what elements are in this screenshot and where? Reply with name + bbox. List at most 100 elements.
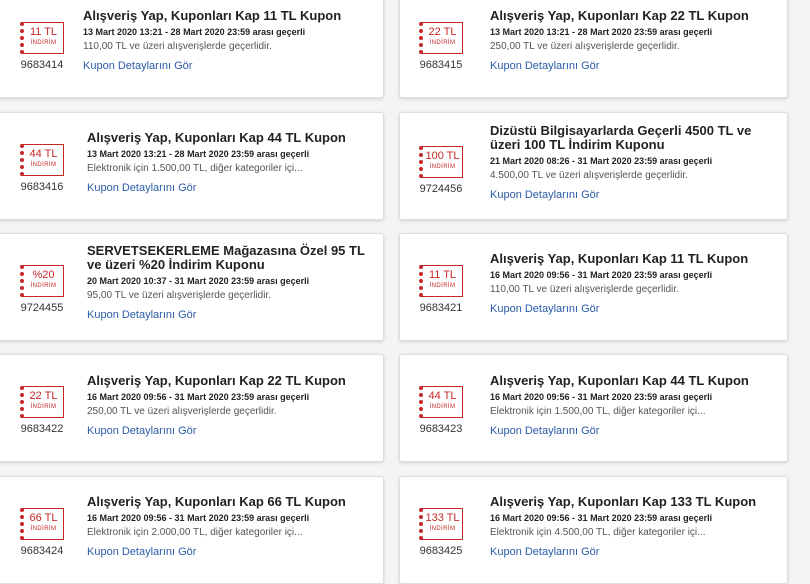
discount-amount: 44 TL — [428, 390, 457, 402]
discount-ticket-icon: 133 TL İNDİRİM — [419, 508, 463, 540]
discount-amount: 22 TL — [29, 390, 58, 402]
coupon-title: Alışveriş Yap, Kuponları Kap 66 TL Kupon — [87, 494, 346, 509]
discount-amount: 11 TL — [29, 26, 58, 38]
coupon-title: SERVETSEKERLEME Mağazasına Özel 95 TL ve… — [87, 243, 365, 272]
coupon-details-link[interactable]: Kupon Detaylarını Gör — [87, 182, 196, 195]
coupon-card: 11 TL İNDİRİM 9683414 Alışveriş Yap, Kup… — [0, 0, 384, 98]
discount-label: İNDİRİM — [429, 283, 456, 289]
coupon-code: 9683414 — [20, 59, 64, 71]
discount-amount: %20 — [32, 269, 55, 281]
coupon-badge: %20 İNDİRİM 9724455 — [5, 265, 79, 314]
coupon-title: Alışveriş Yap, Kuponları Kap 133 TL Kupo… — [490, 494, 757, 509]
coupon-card: 133 TL İNDİRİM 9683425 Alışveriş Yap, Ku… — [399, 476, 788, 584]
coupon-badge: 44 TL İNDİRİM 9683423 — [404, 386, 478, 435]
discount-ticket-icon: %20 İNDİRİM — [20, 265, 64, 297]
discount-label: İNDİRİM — [30, 283, 57, 289]
coupon-card: 66 TL İNDİRİM 9683424 Alışveriş Yap, Kup… — [0, 476, 384, 584]
coupon-details-link[interactable]: Kupon Detaylarını Gör — [490, 189, 599, 202]
discount-label: İNDİRİM — [30, 40, 57, 46]
discount-label: İNDİRİM — [429, 164, 456, 170]
discount-label: İNDİRİM — [30, 404, 57, 410]
coupon-validity: 16 Mart 2020 09:56 - 31 Mart 2020 23:59 … — [490, 392, 713, 402]
coupon-condition: 4.500,00 TL ve üzeri alışverişlerde geçe… — [490, 170, 688, 181]
discount-amount: 22 TL — [428, 26, 457, 38]
coupon-validity: 16 Mart 2020 09:56 - 31 Mart 2020 23:59 … — [490, 270, 713, 280]
coupon-condition: Elektronik için 4.500,00 TL, diğer kateg… — [490, 527, 706, 538]
coupon-details-link[interactable]: Kupon Detaylarını Gör — [490, 546, 599, 559]
coupon-code: 9683416 — [20, 181, 64, 193]
discount-label: İNDİRİM — [429, 40, 456, 46]
coupon-condition: Elektronik için 1.500,00 TL, diğer kateg… — [87, 163, 303, 174]
coupon-validity: 16 Mart 2020 09:56 - 31 Mart 2020 23:59 … — [87, 513, 310, 523]
coupon-title: Alışveriş Yap, Kuponları Kap 44 TL Kupon — [87, 130, 346, 145]
discount-label: İNDİRİM — [429, 526, 456, 532]
coupon-details-link[interactable]: Kupon Detaylarını Gör — [490, 60, 599, 73]
coupon-card: %20 İNDİRİM 9724455 SERVETSEKERLEME Mağa… — [0, 233, 384, 341]
discount-label: İNDİRİM — [30, 162, 57, 168]
coupon-code: 9683424 — [20, 545, 64, 557]
discount-amount: 100 TL — [425, 150, 460, 162]
discount-ticket-icon: 11 TL İNDİRİM — [419, 265, 463, 297]
coupon-card: 22 TL İNDİRİM 9683422 Alışveriş Yap, Kup… — [0, 354, 384, 462]
coupon-card: 44 TL İNDİRİM 9683423 Alışveriş Yap, Kup… — [399, 354, 788, 462]
coupon-validity: 13 Mart 2020 13:21 - 28 Mart 2020 23:59 … — [490, 27, 713, 37]
coupon-code: 9683421 — [419, 302, 463, 314]
coupon-badge: 66 TL İNDİRİM 9683424 — [5, 508, 79, 557]
coupon-card: 100 TL İNDİRİM 9724456 Dizüstü Bilgisaya… — [399, 112, 788, 220]
discount-label: İNDİRİM — [30, 526, 57, 532]
discount-ticket-icon: 22 TL İNDİRİM — [419, 22, 463, 54]
discount-amount: 66 TL — [29, 512, 58, 524]
coupon-code: 9724455 — [20, 302, 64, 314]
coupon-details-link[interactable]: Kupon Detaylarını Gör — [87, 309, 196, 322]
coupon-validity: 16 Mart 2020 09:56 - 31 Mart 2020 23:59 … — [87, 392, 310, 402]
coupon-card: 11 TL İNDİRİM 9683421 Alışveriş Yap, Kup… — [399, 233, 788, 341]
coupon-code: 9683425 — [419, 545, 463, 557]
coupon-title: Alışveriş Yap, Kuponları Kap 22 TL Kupon — [490, 8, 749, 23]
coupon-condition: 110,00 TL ve üzeri alışverişlerde geçerl… — [83, 41, 272, 52]
coupon-validity: 21 Mart 2020 08:26 - 31 Mart 2020 23:59 … — [490, 156, 713, 166]
coupon-code: 9724456 — [419, 183, 463, 195]
coupon-title: Alışveriş Yap, Kuponları Kap 11 TL Kupon — [490, 251, 749, 266]
coupon-card: 22 TL İNDİRİM 9683415 Alışveriş Yap, Kup… — [399, 0, 788, 98]
coupon-details-link[interactable]: Kupon Detaylarını Gör — [490, 425, 599, 438]
discount-ticket-icon: 100 TL İNDİRİM — [419, 146, 463, 178]
coupon-condition: Elektronik için 2.000,00 TL, diğer kateg… — [87, 527, 303, 538]
coupon-card: 44 TL İNDİRİM 9683416 Alışveriş Yap, Kup… — [0, 112, 384, 220]
discount-amount: 44 TL — [29, 148, 58, 160]
coupon-badge: 44 TL İNDİRİM 9683416 — [5, 144, 79, 193]
coupon-details-link[interactable]: Kupon Detaylarını Gör — [490, 303, 599, 316]
coupon-condition: 250,00 TL ve üzeri alışverişlerde geçerl… — [87, 406, 277, 417]
discount-ticket-icon: 11 TL İNDİRİM — [20, 22, 64, 54]
coupon-validity: 13 Mart 2020 13:21 - 28 Mart 2020 23:59 … — [83, 27, 306, 37]
coupon-title: Alışveriş Yap, Kuponları Kap 22 TL Kupon — [87, 373, 346, 388]
coupon-code: 9683422 — [20, 423, 64, 435]
coupon-badge: 11 TL İNDİRİM 9683421 — [404, 265, 478, 314]
coupon-badge: 133 TL İNDİRİM 9683425 — [404, 508, 478, 557]
coupon-title: Dizüstü Bilgisayarlarda Geçerli 4500 TL … — [490, 123, 752, 152]
coupon-condition: Elektronik için 1.500,00 TL, diğer kateg… — [490, 406, 706, 417]
coupon-badge: 22 TL İNDİRİM 9683422 — [5, 386, 79, 435]
coupon-badge: 22 TL İNDİRİM 9683415 — [404, 22, 478, 71]
coupon-title: Alışveriş Yap, Kuponları Kap 44 TL Kupon — [490, 373, 749, 388]
coupon-validity: 16 Mart 2020 09:56 - 31 Mart 2020 23:59 … — [490, 513, 713, 523]
discount-amount: 11 TL — [428, 269, 457, 281]
coupon-badge: 11 TL İNDİRİM 9683414 — [5, 22, 79, 71]
discount-label: İNDİRİM — [429, 404, 456, 410]
coupon-details-link[interactable]: Kupon Detaylarını Gör — [87, 546, 196, 559]
coupon-title: Alışveriş Yap, Kuponları Kap 11 TL Kupon — [83, 8, 342, 23]
coupon-details-link[interactable]: Kupon Detaylarını Gör — [87, 425, 196, 438]
discount-ticket-icon: 44 TL İNDİRİM — [419, 386, 463, 418]
coupon-badge: 100 TL İNDİRİM 9724456 — [404, 146, 478, 195]
coupon-details-link[interactable]: Kupon Detaylarını Gör — [83, 60, 192, 73]
coupon-code: 9683423 — [419, 423, 463, 435]
discount-ticket-icon: 22 TL İNDİRİM — [20, 386, 64, 418]
discount-ticket-icon: 66 TL İNDİRİM — [20, 508, 64, 540]
coupon-validity: 20 Mart 2020 10:37 - 31 Mart 2020 23:59 … — [87, 276, 310, 286]
coupon-condition: 250,00 TL ve üzeri alışverişlerde geçerl… — [490, 41, 680, 52]
coupon-validity: 13 Mart 2020 13:21 - 28 Mart 2020 23:59 … — [87, 149, 310, 159]
discount-amount: 133 TL — [425, 512, 460, 524]
coupon-code: 9683415 — [419, 59, 463, 71]
discount-ticket-icon: 44 TL İNDİRİM — [20, 144, 64, 176]
coupon-condition: 95,00 TL ve üzeri alışverişlerde geçerli… — [87, 290, 271, 301]
coupon-condition: 110,00 TL ve üzeri alışverişlerde geçerl… — [490, 284, 679, 295]
